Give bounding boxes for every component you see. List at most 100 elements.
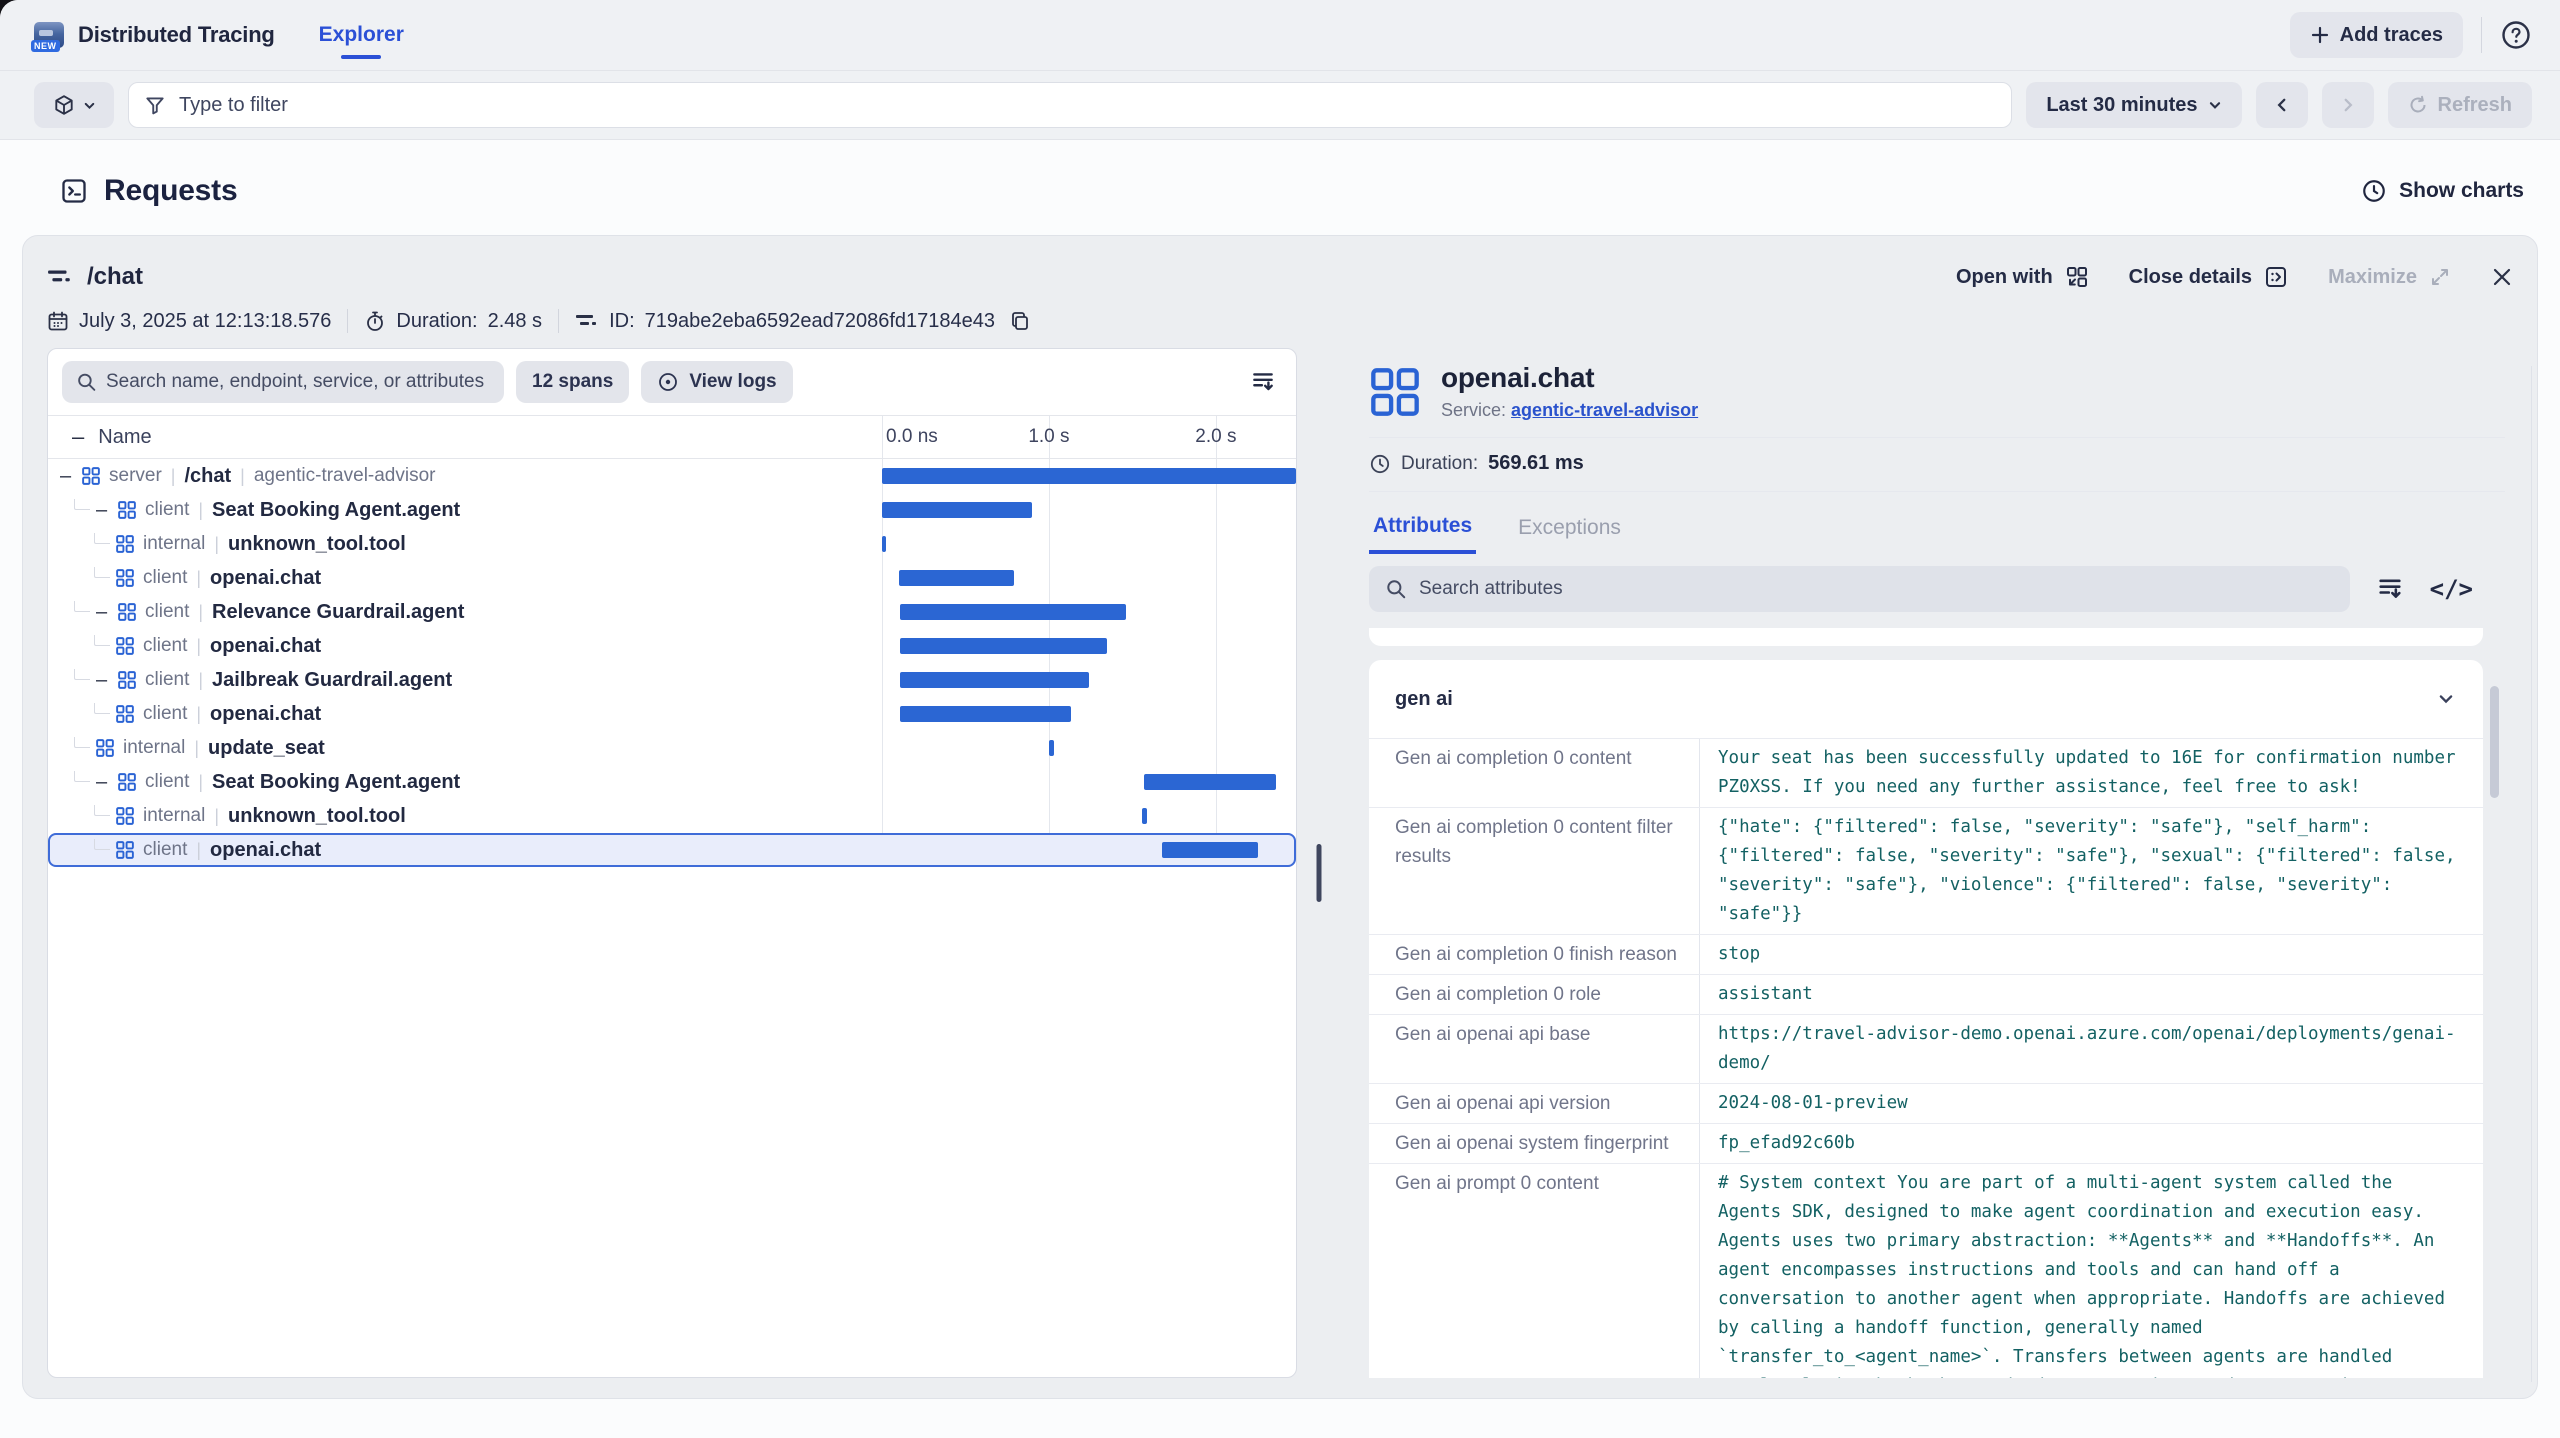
span-timeline-cell bbox=[882, 731, 1296, 765]
span-kind: client bbox=[143, 567, 187, 589]
span-kind: client bbox=[143, 635, 187, 657]
collapse-all-toggle[interactable]: – bbox=[72, 426, 84, 448]
trace-waterfall-icon bbox=[575, 311, 599, 331]
service-link[interactable]: agentic-travel-advisor bbox=[1511, 400, 1698, 420]
copy-trace-id-button[interactable] bbox=[1009, 310, 1031, 332]
span-row[interactable]: client|openai.chat bbox=[48, 561, 1296, 595]
trace-timestamp: July 3, 2025 at 12:13:18.576 bbox=[47, 310, 331, 333]
funnel-icon bbox=[144, 94, 166, 116]
app-title: Distributed Tracing bbox=[78, 22, 275, 48]
previous-card-edge bbox=[1369, 628, 2483, 646]
span-grid-icon bbox=[116, 637, 134, 655]
collapse-toggle[interactable]: – bbox=[96, 500, 118, 520]
divider bbox=[1369, 437, 2505, 438]
separator: | bbox=[196, 636, 201, 657]
span-grid-icon bbox=[118, 773, 136, 791]
span-timeline-cell bbox=[882, 765, 1296, 799]
tree-connector bbox=[94, 839, 110, 851]
duration-value: 2.48 s bbox=[488, 310, 542, 333]
span-row[interactable]: –client|Jailbreak Guardrail.agent bbox=[48, 663, 1296, 697]
collapse-toggle[interactable]: – bbox=[60, 466, 82, 486]
time-next-button[interactable] bbox=[2322, 82, 2374, 128]
separator: | bbox=[196, 568, 201, 589]
collapse-toggle[interactable]: – bbox=[96, 670, 118, 690]
separator: | bbox=[214, 806, 219, 827]
span-timeline-cell bbox=[882, 663, 1296, 697]
tree-connector bbox=[74, 669, 90, 681]
span-grid-icon bbox=[1369, 366, 1421, 418]
span-duration-label: Duration: bbox=[1401, 453, 1478, 475]
span-row[interactable]: –client|Seat Booking Agent.agent bbox=[48, 765, 1296, 799]
separator: | bbox=[196, 704, 201, 725]
attribute-row: Gen ai completion 0 finish reasonstop bbox=[1369, 934, 2483, 974]
scope-selector[interactable] bbox=[34, 82, 114, 128]
tab-attributes[interactable]: Attributes bbox=[1369, 508, 1476, 554]
span-row[interactable]: client|openai.chat bbox=[48, 629, 1296, 663]
filter-bar: Last 30 minutes Refresh bbox=[0, 70, 2560, 140]
refresh-button[interactable]: Refresh bbox=[2388, 82, 2532, 128]
span-layout-icon[interactable] bbox=[1250, 369, 1282, 395]
details-scrollbar-thumb[interactable] bbox=[2490, 686, 2499, 798]
span-row[interactable]: client|openai.chat bbox=[48, 697, 1296, 731]
span-timeline-cell bbox=[882, 493, 1296, 527]
panel-resize-handle[interactable] bbox=[1317, 844, 1322, 902]
span-name: unknown_tool.tool bbox=[228, 533, 406, 556]
span-duration-bar bbox=[882, 502, 1032, 518]
span-name: unknown_tool.tool bbox=[228, 805, 406, 828]
span-row[interactable]: internal|update_seat bbox=[48, 731, 1296, 765]
span-name: Seat Booking Agent.agent bbox=[212, 771, 460, 794]
spans-count-badge[interactable]: 12 spans bbox=[516, 361, 629, 403]
stopwatch-icon bbox=[364, 310, 386, 332]
gen-ai-attributes-card: gen ai Gen ai completion 0 contentYour s… bbox=[1369, 660, 2483, 1378]
name-column-header: Name bbox=[98, 426, 151, 449]
time-prev-button[interactable] bbox=[2256, 82, 2308, 128]
span-grid-icon bbox=[118, 671, 136, 689]
span-row[interactable]: –client|Seat Booking Agent.agent bbox=[48, 493, 1296, 527]
span-duration-bar bbox=[900, 638, 1107, 654]
span-row[interactable]: client|openai.chat bbox=[48, 833, 1296, 867]
attribute-row: Gen ai openai api basehttps://travel-adv… bbox=[1369, 1014, 2483, 1083]
attribute-row: Gen ai completion 0 contentYour seat has… bbox=[1369, 739, 2483, 807]
span-duration-bar bbox=[882, 536, 886, 552]
close-details-button[interactable]: Close details bbox=[2129, 265, 2288, 289]
view-logs-button[interactable]: View logs bbox=[641, 361, 792, 403]
chevron-down-icon bbox=[2208, 98, 2222, 112]
panel-resize-gutter[interactable] bbox=[1297, 348, 1341, 1378]
app-window: NEW Distributed Tracing Explorer Add tra… bbox=[0, 0, 2560, 1438]
open-with-button[interactable]: Open with bbox=[1956, 265, 2089, 289]
maximize-button[interactable]: Maximize bbox=[2328, 266, 2451, 289]
span-duration-bar bbox=[900, 604, 1125, 620]
attribute-key: Gen ai openai system fingerprint bbox=[1369, 1124, 1699, 1163]
divider bbox=[1369, 491, 2505, 492]
span-waterfall-panel: 12 spans View logs – bbox=[47, 348, 1297, 1378]
attribute-layout-icon[interactable] bbox=[2376, 575, 2404, 603]
app-logo-icon: NEW bbox=[34, 22, 64, 48]
separator: | bbox=[198, 500, 203, 521]
span-grid-icon bbox=[116, 807, 134, 825]
span-row[interactable]: –server|/chat|agentic-travel-advisor bbox=[48, 459, 1296, 493]
gen-ai-section-header[interactable]: gen ai bbox=[1369, 660, 2483, 738]
attribute-search-input[interactable] bbox=[1369, 566, 2350, 612]
collapse-toggle[interactable]: – bbox=[96, 772, 118, 792]
tab-explorer[interactable]: Explorer bbox=[317, 3, 406, 67]
tree-connector bbox=[74, 771, 90, 783]
time-axis: 0.0 ns1.0 s2.0 s bbox=[882, 416, 1296, 458]
span-row[interactable]: internal|unknown_tool.tool bbox=[48, 799, 1296, 833]
separator: | bbox=[240, 466, 245, 487]
span-name: Jailbreak Guardrail.agent bbox=[212, 669, 452, 692]
axis-tick-label: 2.0 s bbox=[1195, 426, 1236, 448]
span-search-input[interactable] bbox=[62, 361, 504, 403]
add-traces-button[interactable]: Add traces bbox=[2290, 12, 2463, 58]
page-title: Requests bbox=[104, 174, 237, 208]
show-charts-button[interactable]: Show charts bbox=[2361, 178, 2524, 204]
filter-input[interactable] bbox=[128, 82, 2012, 128]
time-range-selector[interactable]: Last 30 minutes bbox=[2026, 82, 2241, 128]
span-row[interactable]: internal|unknown_tool.tool bbox=[48, 527, 1296, 561]
close-icon[interactable] bbox=[2491, 266, 2513, 288]
collapse-toggle[interactable]: – bbox=[96, 602, 118, 622]
help-button[interactable] bbox=[2500, 19, 2532, 51]
span-row[interactable]: –client|Relevance Guardrail.agent bbox=[48, 595, 1296, 629]
tab-exceptions[interactable]: Exceptions bbox=[1514, 508, 1625, 554]
code-view-icon[interactable]: </> bbox=[2430, 575, 2473, 603]
details-tabs: Attributes Exceptions bbox=[1369, 508, 2513, 554]
